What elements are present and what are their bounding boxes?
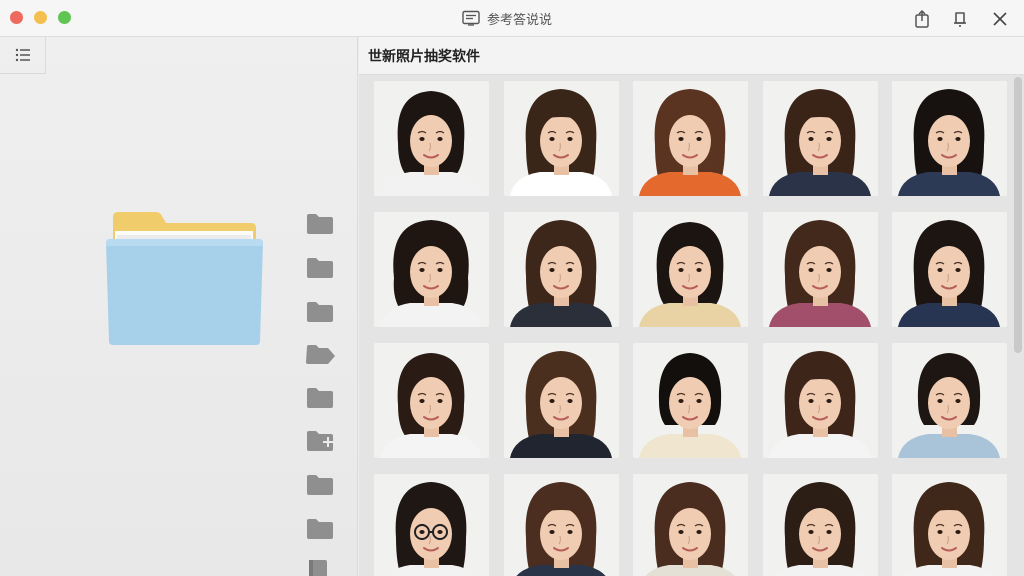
portrait-image [374, 81, 489, 196]
photo-card[interactable] [374, 212, 489, 327]
photo-card[interactable] [763, 212, 878, 327]
photo-card[interactable] [374, 343, 489, 458]
photo-card[interactable] [892, 212, 1007, 327]
photo-card[interactable] [892, 474, 1007, 576]
bell-icon [954, 12, 966, 27]
sidebar-toggle-button[interactable] [0, 37, 46, 74]
window-title-group: 参考答说说 [462, 8, 552, 28]
photo-card[interactable] [633, 81, 748, 196]
window-title: 参考答说说 [487, 12, 553, 28]
portrait-image [504, 81, 619, 196]
portrait-image [633, 212, 748, 327]
close-window-button[interactable] [10, 11, 23, 24]
share-icon [915, 10, 929, 28]
photo-card[interactable] [763, 81, 878, 196]
notifications-button[interactable] [949, 8, 971, 30]
document-icon [462, 10, 480, 26]
portrait-image [892, 343, 1007, 458]
main-header: 世新照片抽奖软件 [359, 37, 1024, 75]
folder-icon[interactable] [306, 257, 336, 281]
main-title: 世新照片抽奖软件 [368, 48, 480, 65]
portrait-image [763, 81, 878, 196]
scrollbar[interactable] [1014, 77, 1022, 353]
portrait-image [374, 212, 489, 327]
portrait-image [504, 343, 619, 458]
photo-card[interactable] [504, 343, 619, 458]
photo-card[interactable] [763, 474, 878, 576]
folder-icon[interactable] [306, 213, 336, 237]
folder-icon[interactable] [306, 301, 336, 325]
folder-open-icon[interactable] [103, 211, 265, 347]
portrait-image [763, 474, 878, 576]
portrait-image [374, 343, 489, 458]
portrait-image [892, 212, 1007, 327]
folder-tag-icon[interactable] [306, 344, 336, 368]
portrait-image [504, 212, 619, 327]
folder-icon[interactable] [306, 518, 336, 542]
photo-card[interactable] [633, 343, 748, 458]
minimize-window-button[interactable] [34, 11, 47, 24]
title-bar: 参考答说说 [0, 0, 1024, 37]
sidebar [0, 37, 358, 576]
zoom-window-button[interactable] [58, 11, 71, 24]
photo-card[interactable] [374, 474, 489, 576]
photo-card[interactable] [374, 81, 489, 196]
photo-card[interactable] [892, 81, 1007, 196]
portrait-image [763, 343, 878, 458]
portrait-image [633, 474, 748, 576]
portrait-image [374, 474, 489, 576]
main-panel: 世新照片抽奖软件 [359, 37, 1024, 576]
portrait-image [633, 343, 748, 458]
close-button[interactable] [989, 8, 1011, 30]
portrait-image [892, 81, 1007, 196]
photo-card[interactable] [633, 212, 748, 327]
folder-icon[interactable] [306, 387, 336, 411]
photo-card[interactable] [763, 343, 878, 458]
share-button[interactable] [911, 8, 933, 30]
portrait-image [633, 81, 748, 196]
photo-card[interactable] [504, 212, 619, 327]
list-icon [15, 48, 30, 62]
photo-card[interactable] [892, 343, 1007, 458]
portrait-image [763, 212, 878, 327]
folder-add-icon[interactable] [306, 430, 336, 454]
book-icon[interactable] [306, 559, 336, 576]
photo-card[interactable] [504, 81, 619, 196]
close-icon [993, 12, 1007, 26]
folder-icon[interactable] [306, 474, 336, 498]
photo-card[interactable] [633, 474, 748, 576]
photo-card[interactable] [504, 474, 619, 576]
portrait-image [504, 474, 619, 576]
portrait-image [892, 474, 1007, 576]
